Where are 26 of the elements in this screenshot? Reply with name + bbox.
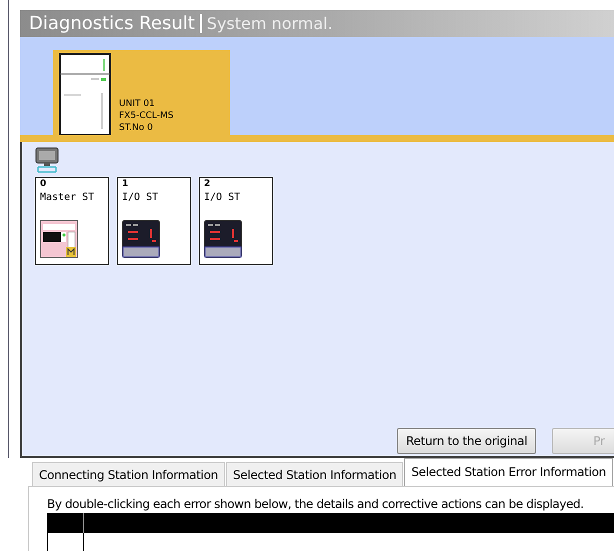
unit-label: UNIT 01: [119, 98, 156, 110]
station-card[interactable]: 1 I/O ST: [117, 177, 191, 265]
unit-module-icon: [59, 53, 111, 136]
unit-label: ST.No 0: [119, 122, 154, 134]
hint-text: By double-clicking each error shown below, the details and corrective actions can be displayed.: [47, 497, 585, 511]
title: Diagnostics Result: [29, 13, 195, 34]
computer-icon: [35, 147, 59, 173]
station-card[interactable]: 0 Master ST: [35, 177, 109, 265]
station-number: 2: [204, 179, 210, 189]
io-module-icon: [204, 220, 242, 258]
tab[interactable]: Connecting Station Information: [32, 462, 225, 486]
tab[interactable]: Selected Station Information: [226, 462, 404, 486]
tab[interactable]: Selected Station Error Information: [404, 458, 613, 486]
station-number: 0: [40, 179, 46, 189]
button[interactable]: Return to the original: [397, 428, 536, 454]
station-number: 1: [122, 179, 128, 189]
unit-tab[interactable]: UNIT 01 FX5-CCL-MS ST.No 0: [53, 50, 230, 135]
controller-icon: [40, 220, 78, 258]
station-label: I/O ST: [122, 192, 158, 203]
station-card[interactable]: 2 I/O ST: [199, 177, 273, 265]
status-text: System normal.: [206, 14, 333, 33]
separator-bar: [200, 14, 202, 33]
io-module-icon: [122, 220, 160, 258]
station-label: I/O ST: [204, 192, 240, 203]
unit-label: FX5-CCL-MS: [119, 110, 174, 122]
station-label: Master ST: [40, 192, 94, 203]
